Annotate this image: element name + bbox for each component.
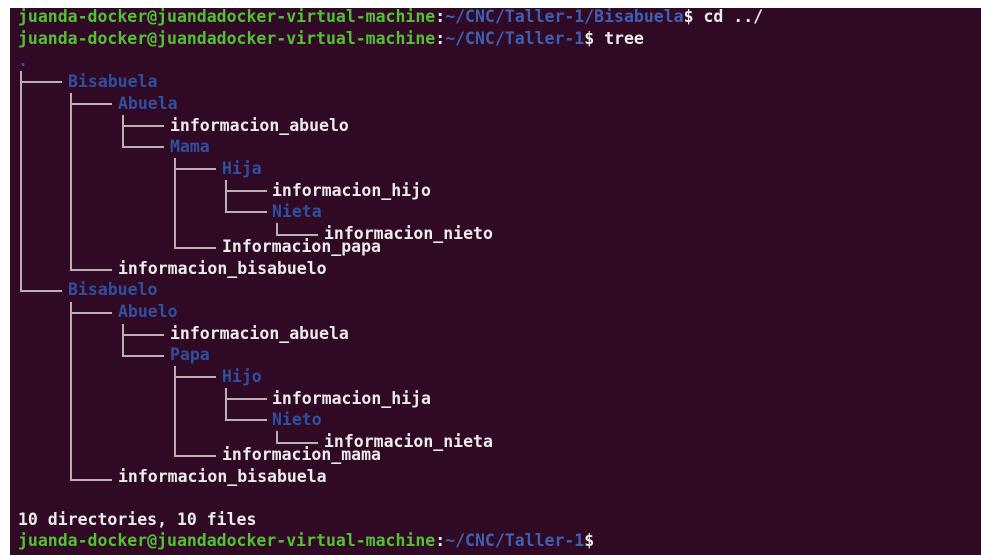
tree-branch-line: [174, 455, 216, 457]
tree-branch-line: [122, 125, 164, 127]
tree-branch-line: [20, 290, 62, 292]
tree-branch-line: [225, 419, 267, 421]
terminal-window[interactable]: juanda-docker@juandadocker-virtual-machi…: [10, 8, 981, 555]
tree-dir-bisabuela: Bisabuela: [68, 72, 158, 91]
tree-branch-line: [225, 388, 227, 420]
tree-branch-line: [122, 324, 124, 356]
tree-file-informacion-mama: informacion_mama: [222, 445, 381, 464]
prompt-separator: :: [435, 531, 446, 550]
tree-dir-nieto: Nieto: [272, 410, 322, 429]
tree-dir-nieta: Nieta: [272, 202, 322, 221]
tree-dir-papa: Papa: [170, 345, 210, 364]
prompt-line-last[interactable]: juanda-docker@juandadocker-virtual-machi…: [18, 530, 594, 552]
tree-dir-mama: Mama: [170, 137, 210, 156]
prompt-path: ~/CNC/Taller-1: [445, 531, 585, 550]
tree-dir-hija: Hija: [222, 159, 262, 178]
tree-dir-abuela: Abuela: [118, 94, 178, 113]
tree-dir-abuelo: Abuelo: [118, 302, 178, 321]
tree-summary: 10 directories, 10 files: [18, 510, 257, 529]
tree-branch-line: [174, 158, 176, 248]
prompt-symbol: $: [584, 531, 595, 550]
tree-branch-line: [122, 115, 124, 147]
prompt-path: ~/CNC/Taller-1/Bisabuela: [445, 8, 684, 26]
tree-branch-line: [174, 366, 176, 456]
tree-branch-line: [20, 71, 22, 291]
prompt-separator: :: [435, 29, 446, 48]
tree-branch-line: [174, 168, 216, 170]
tree-file-informacion-abuelo: informacion_abuelo: [170, 116, 349, 135]
tree-file-informacion-hija: informacion_hija: [272, 389, 431, 408]
tree-branch-line: [122, 355, 164, 357]
tree-branch-line: [70, 312, 112, 314]
tree-dir-bisabuelo: Bisabuelo: [68, 280, 158, 299]
prompt-line-1: juanda-docker@juandadocker-virtual-machi…: [18, 8, 763, 28]
prompt-separator: :: [435, 8, 446, 26]
tree-branch-line: [70, 479, 112, 481]
tree-file-informacion-bisabuela: informacion_bisabuela: [118, 467, 327, 486]
command-text: cd ../: [693, 8, 764, 26]
tree-file-informacion-hijo: informacion_hijo: [272, 181, 431, 200]
tree-branch-line: [225, 180, 227, 212]
tree-branch-line: [174, 376, 216, 378]
tree-branch-line: [122, 146, 164, 148]
prompt-path: ~/CNC/Taller-1: [445, 29, 585, 48]
prompt-user-host: juanda-docker@juandadocker-virtual-machi…: [18, 531, 436, 550]
tree-dir-hijo: Hijo: [222, 367, 262, 386]
prompt-symbol: $: [584, 29, 595, 48]
command-text: tree: [594, 29, 644, 48]
prompt-user-host: juanda-docker@juandadocker-virtual-machi…: [18, 29, 436, 48]
tree-branch-line: [20, 81, 62, 83]
tree-branch-line: [70, 302, 72, 480]
tree-branch-line: [70, 103, 112, 105]
tree-branch-line: [225, 398, 267, 400]
tree-root: .: [18, 51, 28, 70]
tree-branch-line: [70, 93, 72, 271]
tree-branch-line: [225, 190, 267, 192]
prompt-user-host: juanda-docker@juandadocker-virtual-machi…: [18, 8, 436, 26]
tree-file-informacion-abuela: informacion_abuela: [170, 324, 349, 343]
prompt-symbol: $: [683, 8, 694, 26]
tree-branch-line: [122, 334, 164, 336]
tree-branch-line: [70, 269, 112, 271]
prompt-line-2: juanda-docker@juandadocker-virtual-machi…: [18, 28, 644, 50]
tree-file-informacion-papa: Informacion_papa: [222, 237, 381, 256]
tree-branch-line: [225, 211, 267, 213]
tree-branch-line: [174, 247, 216, 249]
tree-file-informacion-bisabuelo: informacion_bisabuelo: [118, 259, 327, 278]
